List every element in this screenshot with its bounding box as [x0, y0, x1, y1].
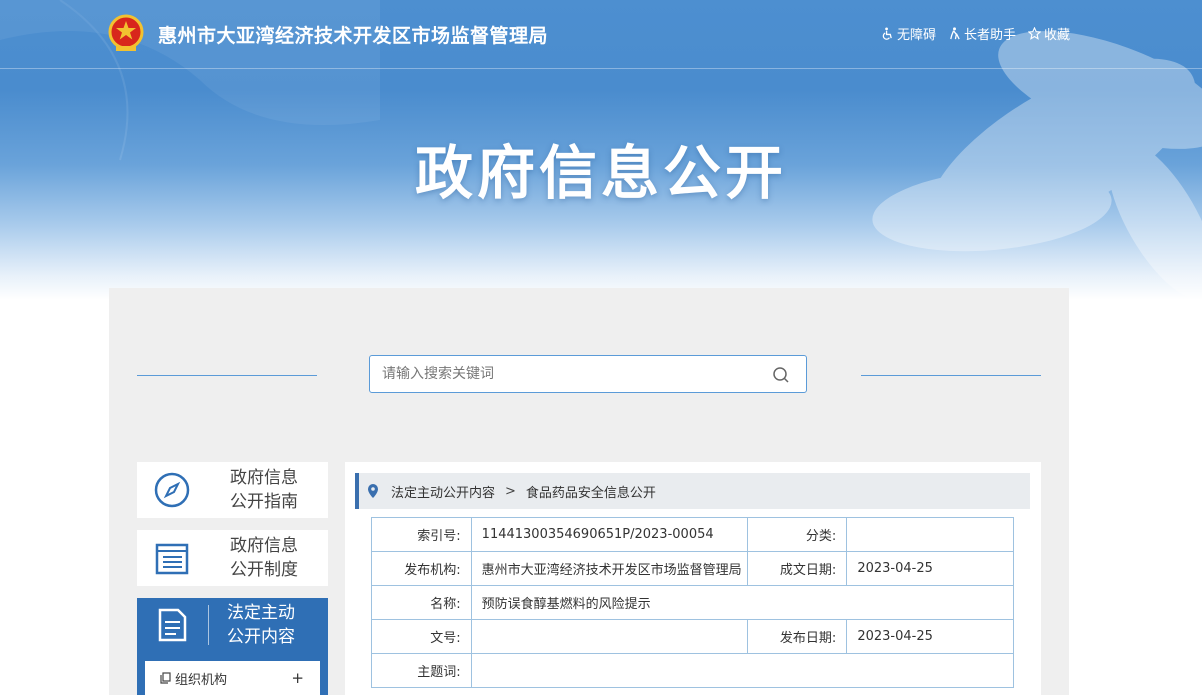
sidebar-item-statutory-content[interactable]: 法定主动 公开内容	[137, 598, 328, 651]
sidebar-item-label-line2: 公开内容	[227, 626, 295, 647]
breadcrumb-link-statutory[interactable]: 法定主动公开内容	[391, 482, 495, 501]
sidebar-item-label-line1: 政府信息	[230, 536, 298, 556]
compass-icon	[154, 472, 190, 508]
table-row: 名称: 预防误食醇基燃料的风险提示	[371, 585, 1015, 620]
search-box	[369, 355, 807, 393]
favorite-link[interactable]: 收藏	[1027, 24, 1070, 43]
favorite-label: 收藏	[1043, 28, 1070, 43]
name-label: 名称:	[371, 585, 472, 620]
created-date-value: 2023-04-25	[846, 551, 1014, 586]
location-pin-icon	[368, 484, 378, 498]
national-emblem-icon	[108, 14, 144, 51]
document-info-table: 索引号: 11441300354690651P/2023-00054 分类: 发…	[371, 517, 1015, 688]
table-row: 索引号: 11441300354690651P/2023-00054 分类:	[371, 517, 1014, 552]
sidebar-subitem-label: 组织机构	[175, 672, 228, 688]
wheelchair-icon	[882, 27, 892, 40]
publisher-value: 惠州市大亚湾经济技术开发区市场监督管理局	[470, 551, 748, 586]
breadcrumb-separator: >	[505, 483, 516, 499]
search-divider-left	[137, 375, 317, 376]
doc-number-label: 文号:	[371, 619, 472, 654]
list-icon	[155, 543, 189, 575]
sidebar-item-label: 政府信息 公开指南	[230, 466, 298, 514]
sidebar-item-label-line1: 法定主动	[227, 602, 295, 623]
publish-date-label: 发布日期:	[746, 619, 848, 654]
sidebar-item-label-line2: 公开指南	[230, 492, 298, 512]
sidebar-item-disclosure-system[interactable]: 政府信息 公开制度	[137, 530, 328, 586]
category-value	[846, 517, 1014, 552]
sidebar-item-label-line1: 政府信息	[230, 468, 298, 488]
accessibility-link[interactable]: 无障碍	[881, 24, 936, 43]
header-tools: 无障碍 长者助手 收藏	[881, 24, 1070, 43]
doc-number-value	[470, 619, 748, 654]
breadcrumb: 法定主动公开内容 > 食品药品安全信息公开	[355, 473, 1030, 509]
sidebar-item-label: 政府信息 公开制度	[230, 534, 298, 582]
accessibility-label: 无障碍	[896, 28, 936, 43]
index-value: 11441300354690651P/2023-00054	[470, 517, 748, 552]
copy-icon	[160, 672, 171, 684]
search-input[interactable]	[370, 356, 762, 392]
publish-date-value: 2023-04-25	[846, 619, 1014, 654]
keywords-label: 主题词:	[371, 653, 472, 688]
sidebar-item-label-line2: 公开制度	[230, 560, 298, 580]
keywords-value	[470, 653, 1015, 688]
star-icon	[1027, 27, 1041, 40]
search-divider-right	[861, 375, 1041, 376]
breadcrumb-link-food-drug[interactable]: 食品药品安全信息公开	[526, 482, 656, 501]
expand-toggle[interactable]: +	[291, 669, 304, 687]
category-label: 分类:	[746, 517, 848, 552]
sidebar-submenu: 组织机构 +	[137, 651, 328, 695]
elder-assistant-label: 长者助手	[963, 28, 1016, 43]
table-row: 文号: 发布日期: 2023-04-25	[371, 619, 1014, 654]
index-label: 索引号:	[371, 517, 472, 552]
name-value: 预防误食醇基燃料的风险提示	[470, 585, 1015, 620]
table-row: 主题词:	[371, 653, 1015, 688]
sidebar-item-disclosure-guide[interactable]: 政府信息 公开指南	[137, 462, 328, 518]
table-row: 发布机构: 惠州市大亚湾经济技术开发区市场监督管理局 成文日期: 2023-04…	[371, 551, 1014, 586]
document-icon	[158, 608, 187, 641]
publisher-label: 发布机构:	[371, 551, 472, 586]
site-title[interactable]: 惠州市大亚湾经济技术开发区市场监督管理局	[158, 21, 548, 48]
page-hero-title: 政府信息公开	[414, 139, 787, 207]
created-date-label: 成文日期:	[746, 551, 848, 586]
sidebar-item-label: 法定主动 公开内容	[227, 601, 295, 649]
elder-icon	[950, 27, 960, 40]
search-icon[interactable]	[772, 366, 790, 384]
sidebar-subitem-organization[interactable]: 组织机构 +	[145, 661, 320, 695]
sidebar-item-separator	[208, 604, 209, 645]
elder-assistant-link[interactable]: 长者助手	[948, 24, 1016, 43]
header-divider	[0, 68, 1202, 69]
